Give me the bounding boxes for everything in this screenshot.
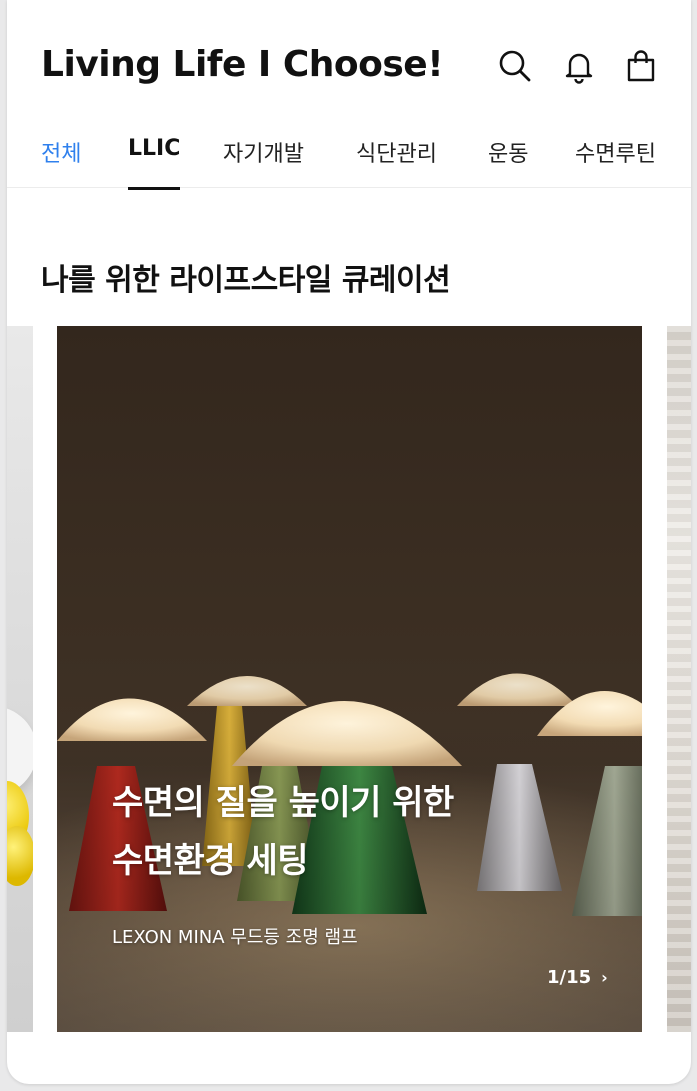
tab-llic[interactable]: LLIC: [128, 136, 181, 190]
notifications-button[interactable]: [559, 46, 599, 86]
tab-all[interactable]: 전체: [41, 136, 81, 188]
carousel-prev-card[interactable]: [7, 326, 33, 1032]
pager-count: 1/15: [547, 967, 592, 988]
carousel-pager[interactable]: 1/15 ›: [547, 967, 608, 988]
tab-exercise[interactable]: 운동: [488, 136, 528, 188]
tab-sleep-routine[interactable]: 수면루틴: [575, 136, 656, 188]
bell-icon: [565, 53, 593, 84]
search-icon: [499, 50, 531, 82]
tab-label: LLIC: [128, 136, 181, 161]
cart-button[interactable]: [621, 46, 661, 86]
app-title: Living Life I Choose!: [41, 44, 444, 85]
chevron-right-icon: ›: [601, 968, 608, 987]
bedding-image: [667, 326, 691, 1032]
search-button[interactable]: [495, 46, 535, 86]
section-title: 나를 위한 라이프스타일 큐레이션: [41, 263, 451, 298]
app-header: Living Life I Choose!: [7, 0, 691, 130]
tab-diet[interactable]: 식단관리: [356, 136, 437, 188]
lemon-image: [7, 826, 33, 886]
headline-line: 수면의 질을 높이기 위한: [112, 783, 454, 823]
headline-line: 수면환경 세팅: [112, 841, 309, 881]
carousel-card[interactable]: 수면의 질을 높이기 위한 수면환경 세팅 LEXON MINA 무드등 조명 …: [57, 326, 642, 1032]
tab-self-development[interactable]: 자기개발: [223, 136, 304, 188]
shopping-bag-icon: [627, 50, 655, 82]
app-screen: Living Life I Choose! 전체 LLIC 자기개발 식단관리 …: [7, 0, 691, 1084]
product-name: LEXON MINA 무드등 조명 램프: [112, 927, 358, 948]
card-headline: 수면의 질을 높이기 위한 수면환경 세팅: [112, 774, 552, 890]
category-tabs: 전체 LLIC 자기개발 식단관리 운동 수면루틴: [7, 130, 691, 190]
tab-selected-indicator: [128, 187, 181, 190]
carousel-next-card[interactable]: [667, 326, 691, 1032]
